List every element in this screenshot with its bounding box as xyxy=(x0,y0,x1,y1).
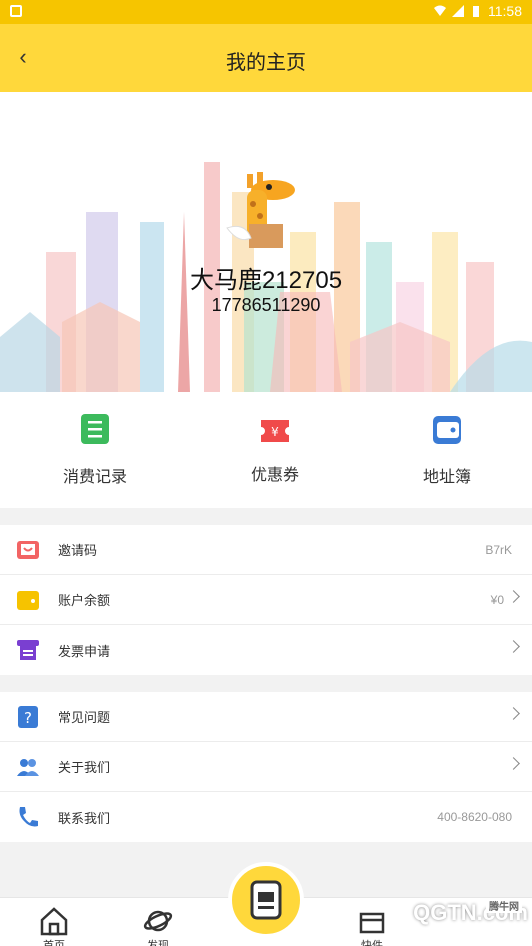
parcel-icon xyxy=(359,912,385,934)
chevron-right-icon xyxy=(507,590,520,603)
contact-phone-value: 400-8620-080 xyxy=(437,810,512,824)
address-book-label: 地址簿 xyxy=(422,469,471,486)
nav-home-label: 首页 xyxy=(43,940,65,946)
menu-group-support: ? 常见问题 关于我们 联系我们 400-8620-080 xyxy=(0,692,532,842)
page-title: 我的主页 xyxy=(226,52,306,74)
nav-discover-label: 发现 xyxy=(147,940,169,946)
balance-icon xyxy=(17,590,39,610)
records-icon xyxy=(81,414,109,444)
phone-number: 17786511290 xyxy=(211,295,321,315)
status-time: 11:58 xyxy=(488,3,522,19)
menu-row-invite-code[interactable]: 邀请码 B7rK xyxy=(0,525,532,575)
menu-label: 关于我们 xyxy=(58,760,111,775)
chevron-right-icon xyxy=(507,640,520,653)
menu-group-account: 邀请码 B7rK 账户余额 ¥0 发票申请 xyxy=(0,525,532,675)
menu-row-invoice[interactable]: 发票申请 xyxy=(0,625,532,675)
menu-row-about[interactable]: 关于我们 xyxy=(0,742,532,792)
status-bar: 11:58 xyxy=(0,0,532,24)
nav-parcel[interactable]: 快件 xyxy=(342,898,402,946)
nav-home[interactable]: 首页 xyxy=(24,898,84,946)
chevron-right-icon xyxy=(507,707,520,720)
profile-hero: 大马鹿212705 17786511290 xyxy=(0,92,532,392)
home-icon xyxy=(40,907,68,936)
menu-label: 联系我们 xyxy=(58,810,111,826)
address-book-action[interactable]: 地址簿 xyxy=(382,412,512,487)
center-scan-button[interactable] xyxy=(228,862,304,938)
coupon-icon: ¥ xyxy=(261,420,289,442)
invite-code-value: B7rK xyxy=(485,542,512,557)
menu-label: 发票申请 xyxy=(58,643,111,659)
chevron-right-icon xyxy=(507,757,520,770)
nav-parcel-label: 快件 xyxy=(361,940,383,946)
coupon-action[interactable]: ¥ 优惠券 xyxy=(210,414,340,485)
phone-icon xyxy=(19,807,38,827)
wallet-icon xyxy=(433,416,461,444)
quick-actions: 消费记录 ¥ 优惠券 地址簿 xyxy=(0,392,532,508)
scan-icon xyxy=(250,880,282,920)
battery-icon xyxy=(473,6,479,17)
notification-icon xyxy=(10,5,22,17)
svg-text:?: ? xyxy=(24,709,32,727)
faq-icon: ? xyxy=(18,705,38,728)
records-label: 消费记录 xyxy=(62,469,127,486)
menu-label: 常见问题 xyxy=(58,710,111,725)
coupon-label: 优惠券 xyxy=(250,467,299,484)
menu-label: 账户余额 xyxy=(58,593,111,608)
menu-row-faq[interactable]: ? 常见问题 xyxy=(0,692,532,742)
watermark: QGTN.com 腾牛网 xyxy=(413,898,528,926)
invoice-icon xyxy=(17,640,39,660)
username: 大马鹿212705 xyxy=(189,267,343,294)
wifi-icon xyxy=(434,5,446,16)
signal-icon xyxy=(452,5,464,17)
records-action[interactable]: 消费记录 xyxy=(30,412,160,487)
app-header: ‹ 我的主页 xyxy=(0,24,532,92)
planet-icon xyxy=(143,910,173,932)
invite-icon xyxy=(17,540,39,559)
menu-row-balance[interactable]: 账户余额 ¥0 xyxy=(0,575,532,625)
watermark-small: 腾牛网 xyxy=(486,898,522,913)
menu-row-contact[interactable]: 联系我们 400-8620-080 xyxy=(0,792,532,842)
menu-label: 邀请码 xyxy=(58,543,98,558)
giraffe-avatar-icon xyxy=(226,172,295,248)
status-right: 11:58 xyxy=(434,3,522,19)
svg-text:¥: ¥ xyxy=(271,425,279,439)
balance-value: ¥0 xyxy=(490,592,504,607)
about-icon xyxy=(17,758,39,776)
nav-discover[interactable]: 发现 xyxy=(128,898,188,946)
